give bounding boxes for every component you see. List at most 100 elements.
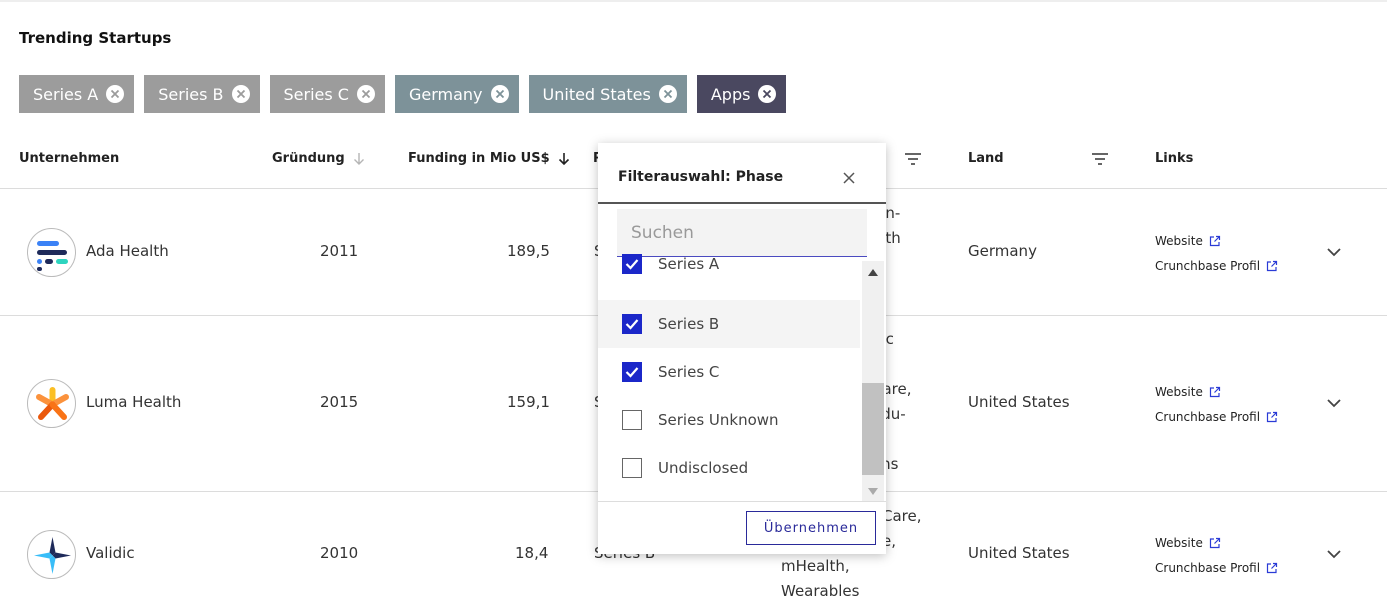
sort-arrow-down-icon[interactable] (558, 152, 570, 166)
website-link[interactable]: Website (1155, 228, 1278, 253)
popup-divider (598, 202, 886, 204)
founded-year: 2010 (320, 544, 359, 562)
links-cell: Website Crunchbase Profil (1155, 530, 1278, 580)
validic-logo (27, 530, 76, 579)
remove-chip-icon[interactable] (356, 85, 375, 103)
filter-icon-country[interactable] (1092, 153, 1108, 165)
scroll-up-arrow-icon[interactable] (868, 269, 878, 276)
option-label: Series Unknown (658, 411, 779, 429)
link-label: Website (1155, 233, 1203, 248)
links-cell: Website Crunchbase Profil (1155, 379, 1278, 429)
filter-icon[interactable] (905, 153, 921, 165)
option-series-unknown[interactable]: Series Unknown (598, 396, 860, 444)
founded-year: 2011 (320, 242, 359, 260)
expand-row-chevron-icon[interactable] (1325, 397, 1343, 409)
country-value: United States (968, 393, 1070, 411)
funding-value: 18,4 (515, 544, 549, 562)
header-company: Unternehmen (19, 151, 119, 166)
scrollbar-thumb[interactable] (862, 383, 884, 475)
external-link-icon (1209, 537, 1220, 548)
header-label: Gründung (272, 151, 345, 166)
luma-health-logo (27, 379, 76, 428)
crunchbase-link[interactable]: Crunchbase Profil (1155, 404, 1278, 429)
external-link-icon (1266, 411, 1278, 422)
expand-row-chevron-icon[interactable] (1325, 246, 1343, 258)
category-line: Wearables (781, 582, 860, 600)
remove-chip-icon[interactable] (490, 85, 509, 103)
crunchbase-link[interactable]: Crunchbase Profil (1155, 555, 1278, 580)
external-link-icon (1209, 386, 1220, 397)
option-series-c[interactable]: Series C (598, 348, 860, 396)
website-link[interactable]: Website (1155, 530, 1278, 555)
option-label: Undisclosed (658, 459, 749, 477)
remove-chip-icon[interactable] (106, 85, 125, 103)
founded-year: 2015 (320, 393, 359, 411)
checkbox-unchecked[interactable] (622, 410, 642, 430)
header-label: Unternehmen (19, 151, 120, 166)
filter-icon-category[interactable] (905, 153, 921, 165)
checkbox-checked[interactable] (622, 254, 642, 274)
country-value: Germany (968, 242, 1037, 260)
header-label: Funding in Mio US$ (408, 151, 550, 166)
header-funding[interactable]: Funding in Mio US$ (408, 151, 570, 166)
remove-chip-icon[interactable] (758, 85, 777, 103)
checkbox-checked[interactable] (622, 362, 642, 382)
chip-label: Series A (33, 84, 99, 104)
filter-chip-series-a[interactable]: Series A (19, 75, 135, 113)
chip-label: Series C (283, 84, 349, 104)
filter-icon[interactable] (1092, 153, 1108, 165)
chip-label: Germany (408, 84, 483, 104)
options-scrollbar[interactable] (862, 261, 884, 501)
section-title: Trending Startups (19, 29, 172, 47)
checkbox-checked[interactable] (622, 314, 642, 334)
links-cell: Website Crunchbase Profil (1155, 228, 1278, 278)
chip-label: United States (542, 84, 651, 104)
checkbox-unchecked[interactable] (622, 458, 642, 478)
link-label: Website (1155, 384, 1203, 399)
funding-value: 159,1 (507, 393, 550, 411)
option-series-a[interactable]: Series A (598, 252, 860, 288)
link-label: Website (1155, 535, 1203, 550)
search-field[interactable] (617, 209, 867, 257)
header-label: Links (1155, 151, 1194, 166)
remove-chip-icon[interactable] (231, 85, 250, 103)
link-label: Crunchbase Profil (1155, 258, 1261, 273)
search-input[interactable] (617, 209, 867, 256)
external-link-icon (1266, 562, 1278, 573)
company-name[interactable]: Validic (86, 544, 135, 562)
ada-health-logo (27, 228, 76, 277)
option-undisclosed[interactable]: Undisclosed (598, 444, 860, 492)
remove-chip-icon[interactable] (658, 85, 677, 103)
phase-options-list: Series A Series B Series C Series Unknow… (598, 252, 860, 502)
header-links: Links (1155, 151, 1193, 166)
option-label: Series B (658, 315, 720, 333)
expand-row-chevron-icon[interactable] (1325, 548, 1343, 560)
option-series-b[interactable]: Series B (598, 300, 860, 348)
category-line: mHealth, (781, 557, 850, 575)
option-label: Series A (658, 255, 720, 273)
popup-title: Filterauswahl: Phase (618, 169, 784, 185)
apply-button[interactable]: Übernehmen (746, 511, 876, 545)
scroll-down-arrow-icon[interactable] (868, 488, 878, 495)
filter-chip-series-c[interactable]: Series C (269, 75, 385, 113)
link-label: Crunchbase Profil (1155, 560, 1261, 575)
company-name[interactable]: Luma Health (86, 393, 181, 411)
header-country[interactable]: Land (968, 151, 1004, 166)
external-link-icon (1209, 235, 1220, 246)
header-founded[interactable]: Gründung (272, 151, 365, 166)
crunchbase-link[interactable]: Crunchbase Profil (1155, 253, 1278, 278)
filter-chip-series-b[interactable]: Series B (144, 75, 260, 113)
sort-arrow-down-icon[interactable] (353, 152, 365, 166)
filter-chip-united-states[interactable]: United States (528, 75, 687, 113)
funding-value: 189,5 (507, 242, 550, 260)
chip-label: Series B (158, 84, 224, 104)
active-filter-chips: Series A Series B Series C Germany Unite… (19, 75, 787, 113)
external-link-icon (1266, 260, 1278, 271)
close-icon[interactable] (842, 171, 856, 185)
website-link[interactable]: Website (1155, 379, 1278, 404)
filter-chip-germany[interactable]: Germany (394, 75, 519, 113)
popup-footer-divider (598, 501, 886, 502)
chip-label: Apps (710, 84, 751, 104)
filter-chip-apps[interactable]: Apps (696, 75, 787, 113)
company-name[interactable]: Ada Health (86, 242, 169, 260)
